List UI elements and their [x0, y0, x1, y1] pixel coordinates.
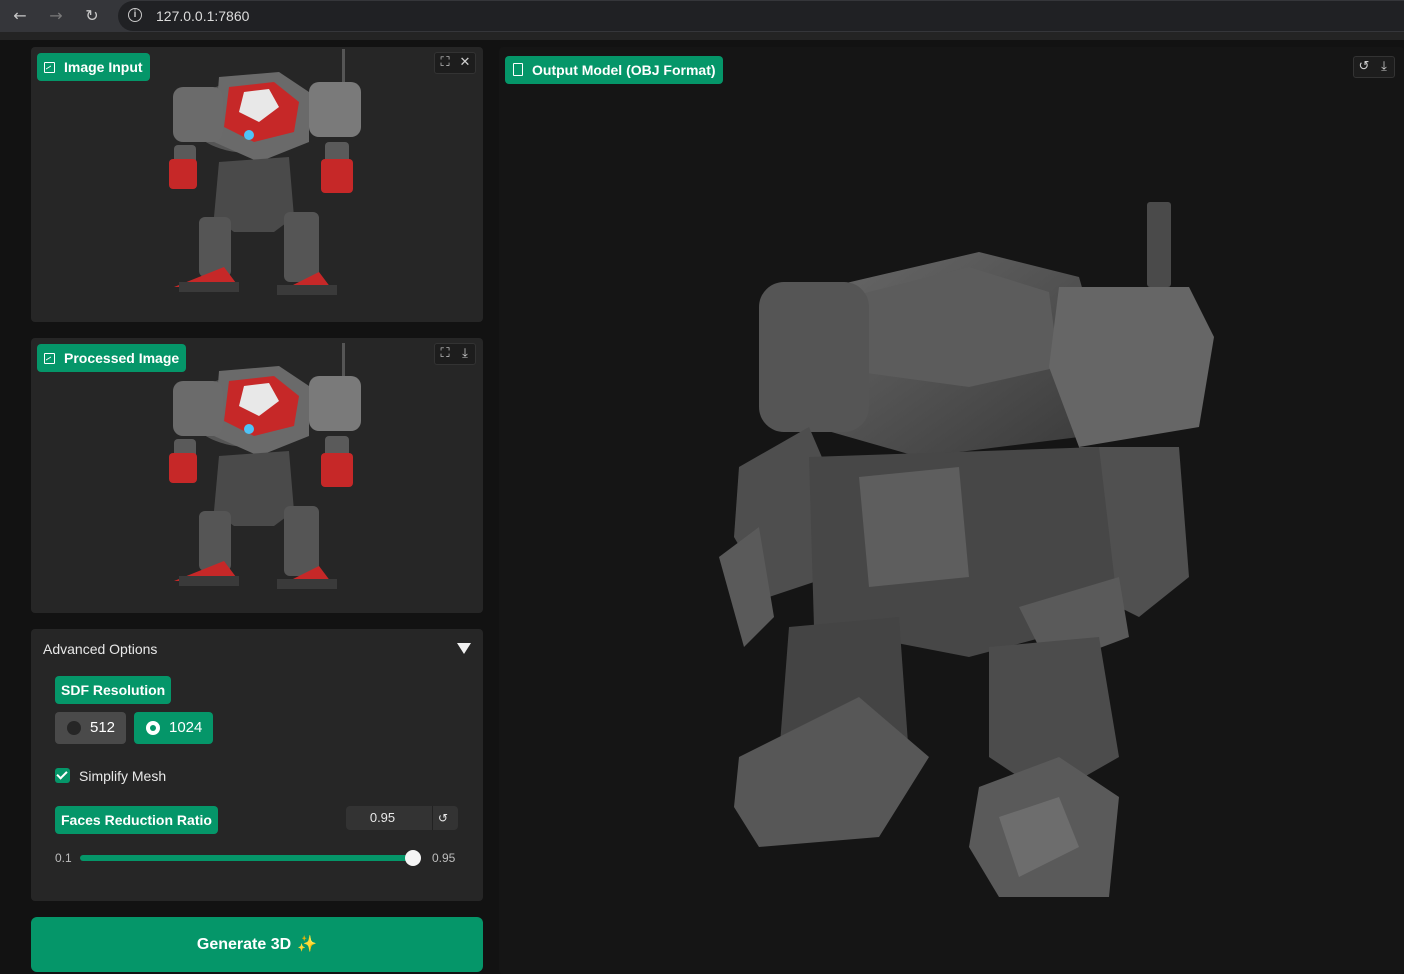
- robot-image: [169, 49, 361, 295]
- faces-reduction-slider[interactable]: [80, 855, 415, 861]
- fullscreen-icon[interactable]: ⛶: [435, 344, 455, 364]
- simplify-mesh-checkbox[interactable]: [55, 768, 70, 783]
- faces-reduction-label-text: Faces Reduction Ratio: [61, 812, 212, 828]
- generate-3d-button[interactable]: Generate 3D ✨: [31, 917, 483, 972]
- close-icon[interactable]: ✕: [455, 53, 475, 73]
- page-top-strip: [0, 32, 1404, 40]
- image-icon: [44, 62, 55, 73]
- image-icon: [44, 353, 55, 364]
- output-model-panel[interactable]: Output Model (OBJ Format) ↺ ⤓: [499, 47, 1404, 974]
- sdf-option-512-label: 512: [90, 719, 116, 736]
- reset-icon[interactable]: ↺: [438, 806, 448, 830]
- processed-image-toolbar: ⛶ ⤓: [434, 343, 476, 365]
- sdf-option-512[interactable]: 512: [55, 712, 126, 744]
- download-icon[interactable]: ⤓: [455, 344, 475, 364]
- sparkle-icon: ✨: [297, 936, 318, 953]
- output-model-label-text: Output Model (OBJ Format): [532, 62, 716, 78]
- image-input-panel[interactable]: Image Input ⛶ ✕: [31, 47, 483, 322]
- output-model-toolbar: ↺ ⤓: [1353, 56, 1395, 78]
- info-icon[interactable]: i: [128, 8, 142, 22]
- file-icon: [513, 63, 523, 76]
- undo-icon[interactable]: ↺: [1354, 57, 1374, 77]
- slider-min-label: 0.1: [55, 851, 72, 865]
- slider-thumb[interactable]: [405, 850, 421, 866]
- sdf-option-1024[interactable]: 1024: [134, 712, 213, 744]
- collapse-caret-icon[interactable]: [457, 643, 471, 654]
- faces-reduction-number: 0.95 ↺: [346, 806, 458, 830]
- url-text: 127.0.0.1:7860: [156, 8, 250, 24]
- slider-max-label: 0.95: [432, 851, 456, 865]
- arrow-left-icon[interactable]: ←: [8, 4, 32, 28]
- 3d-model-viewer[interactable]: [719, 197, 1219, 897]
- advanced-options-title[interactable]: Advanced Options: [43, 641, 157, 657]
- image-input-toolbar: ⛶ ✕: [434, 52, 476, 74]
- sdf-resolution-label: SDF Resolution: [55, 676, 172, 704]
- radio-checked-icon: [146, 721, 160, 735]
- simplify-mesh-label: Simplify Mesh: [79, 768, 167, 784]
- browser-toolbar: ← → ↻ i 127.0.0.1:7860: [0, 0, 1404, 32]
- sdf-resolution-label-text: SDF Resolution: [61, 682, 166, 698]
- faces-reduction-label: Faces Reduction Ratio: [55, 806, 218, 834]
- sdf-option-1024-label: 1024: [169, 719, 203, 736]
- generate-3d-label: Generate 3D: [196, 936, 292, 953]
- radio-unchecked-icon: [67, 721, 81, 735]
- download-icon[interactable]: ⤓: [1374, 57, 1394, 77]
- faces-reduction-input[interactable]: 0.95: [346, 806, 419, 830]
- address-bar[interactable]: i 127.0.0.1:7860: [118, 1, 1404, 31]
- reload-icon[interactable]: ↻: [80, 4, 104, 28]
- fullscreen-icon[interactable]: ⛶: [435, 53, 455, 73]
- image-input-label-text: Image Input: [64, 59, 143, 75]
- number-divider: [432, 806, 433, 830]
- image-input-label: Image Input: [37, 53, 150, 81]
- advanced-options-panel: Advanced Options SDF Resolution 512 1024…: [31, 629, 483, 901]
- output-model-label: Output Model (OBJ Format): [505, 56, 723, 84]
- arrow-right-icon[interactable]: →: [44, 4, 68, 28]
- processed-robot-image: [169, 343, 361, 589]
- processed-image-panel[interactable]: Processed Image ⛶ ⤓: [31, 338, 483, 613]
